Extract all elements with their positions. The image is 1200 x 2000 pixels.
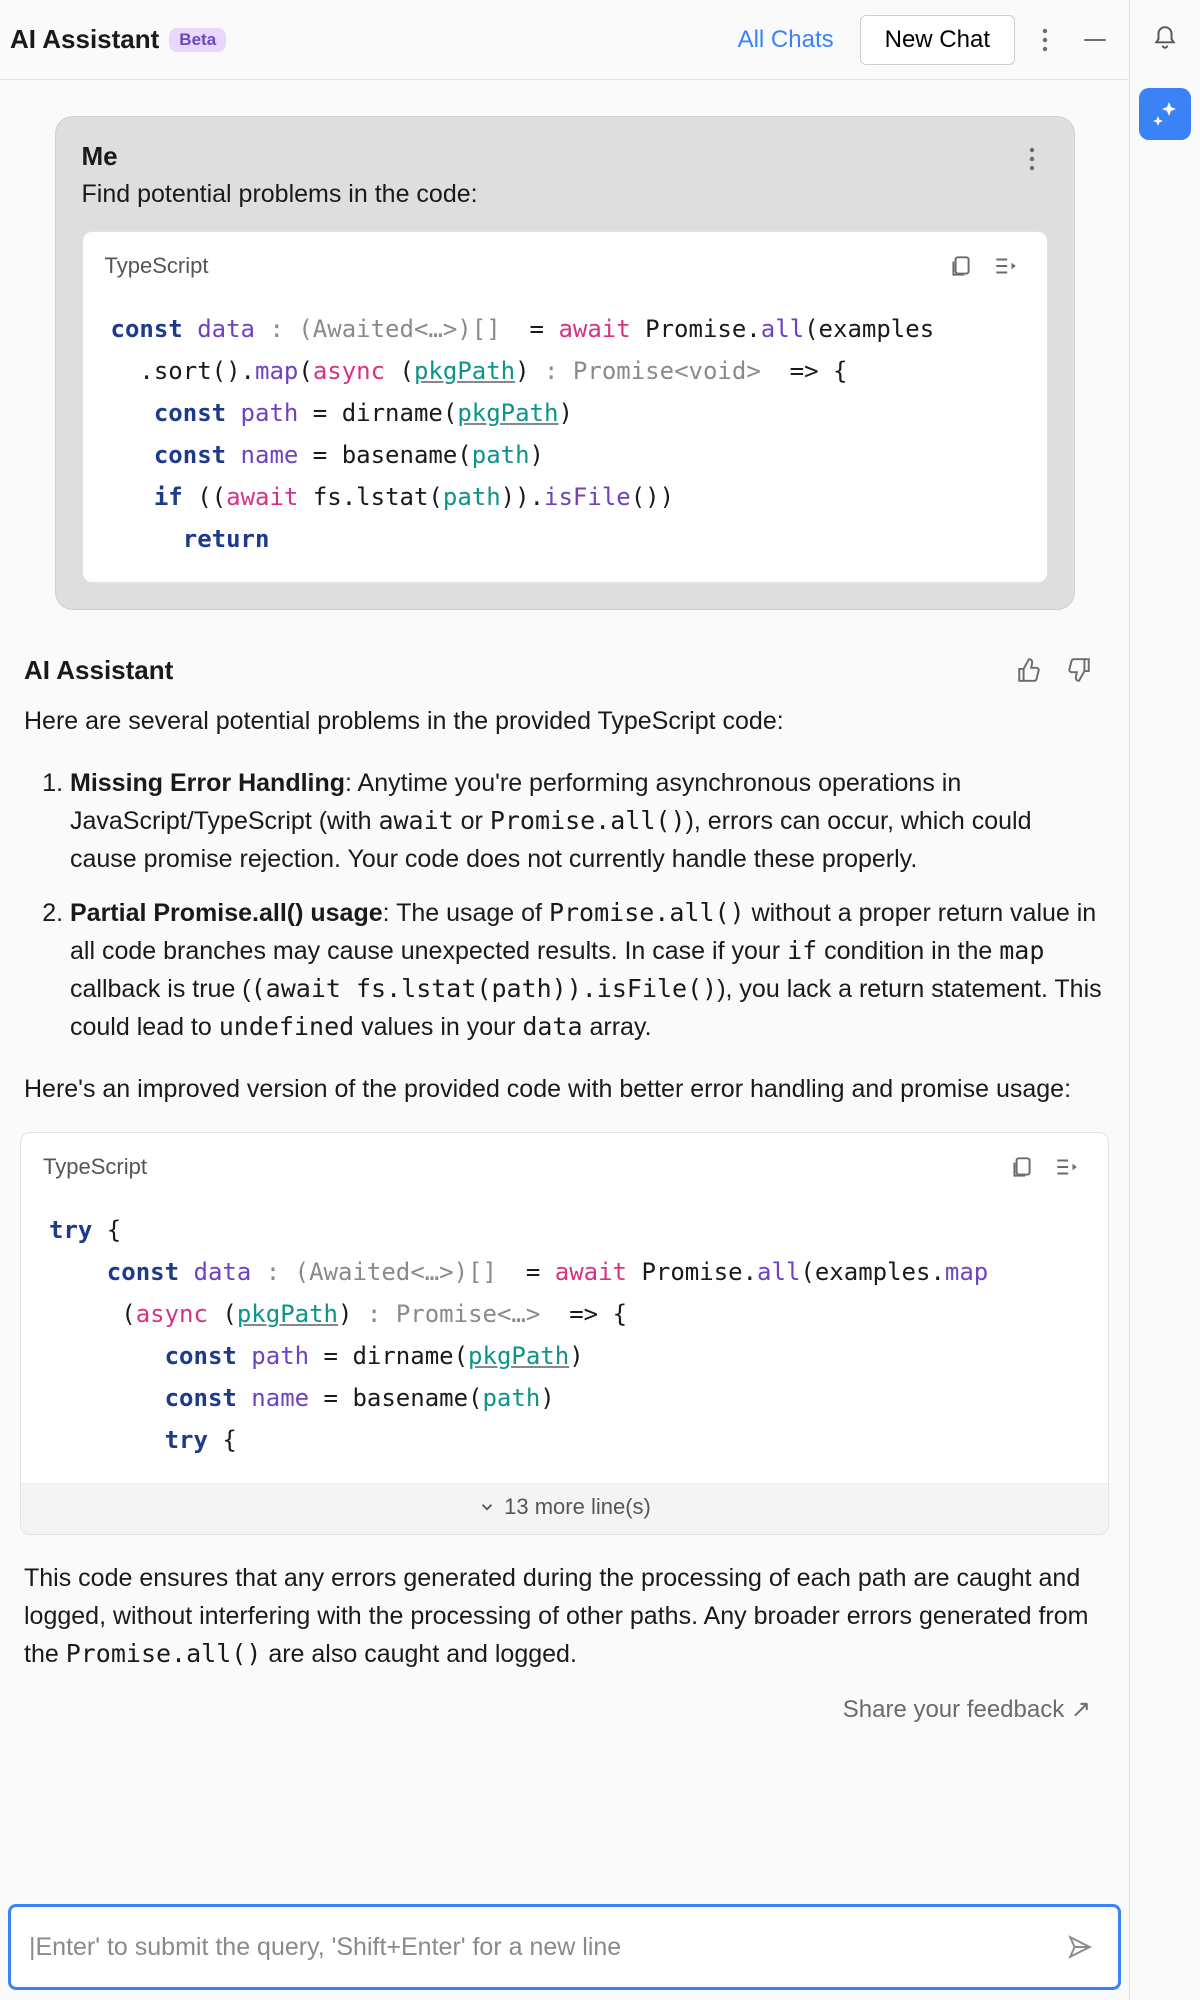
beta-badge: Beta xyxy=(169,28,226,52)
topbar: AI Assistant Beta All Chats New Chat xyxy=(0,0,1129,80)
user-code-block: TypeScript const data : (Awaited<…>)[] =… xyxy=(82,231,1048,583)
prompt-input-row xyxy=(8,1904,1121,1990)
send-icon[interactable] xyxy=(1060,1927,1100,1967)
list-item: Partial Promise.all() usage: The usage o… xyxy=(70,894,1105,1046)
insert-code-icon[interactable] xyxy=(1046,1147,1086,1187)
more-options-icon[interactable] xyxy=(1025,20,1065,60)
thumbs-down-icon[interactable] xyxy=(1059,650,1099,690)
new-chat-button[interactable]: New Chat xyxy=(860,15,1015,65)
sender-label: Me xyxy=(82,141,1048,172)
assistant-message: AI Assistant Here are several potential … xyxy=(20,610,1109,1738)
user-message: Me Find potential problems in the code: … xyxy=(55,116,1075,610)
copy-code-icon[interactable] xyxy=(941,246,981,286)
assistant-improved-intro: Here's an improved version of the provid… xyxy=(24,1070,1105,1108)
prompt-input[interactable] xyxy=(29,1933,1060,1962)
insert-code-icon[interactable] xyxy=(985,246,1025,286)
minimize-icon[interactable] xyxy=(1075,20,1115,60)
list-item: Missing Error Handling: Anytime you're p… xyxy=(70,764,1105,878)
code-language-label: TypeScript xyxy=(105,253,209,279)
chat-area: Me Find potential problems in the code: … xyxy=(0,80,1129,1894)
right-rail xyxy=(1130,0,1200,2000)
assistant-intro: Here are several potential problems in t… xyxy=(24,702,1105,740)
message-more-icon[interactable] xyxy=(1012,139,1052,179)
user-code-content: const data : (Awaited<…>)[] = await Prom… xyxy=(83,300,1047,582)
closing-text: This code ensures that any errors genera… xyxy=(24,1564,1089,1668)
thumbs-up-icon[interactable] xyxy=(1009,650,1049,690)
ai-sparkle-button[interactable] xyxy=(1139,88,1191,140)
user-text: Find potential problems in the code: xyxy=(82,180,1048,209)
share-feedback-link[interactable]: Share your feedback ↗ xyxy=(20,1673,1109,1738)
all-chats-link[interactable]: All Chats xyxy=(738,26,834,54)
assistant-code-block: TypeScript try { const data : (Awaited<…… xyxy=(20,1132,1109,1535)
app-title: AI Assistant xyxy=(10,24,159,55)
expand-code-button[interactable]: 13 more line(s) xyxy=(21,1483,1108,1534)
chevron-down-icon xyxy=(478,1496,496,1522)
assistant-code-content: try { const data : (Awaited<…>)[] = awai… xyxy=(21,1201,1108,1483)
bell-icon[interactable] xyxy=(1145,18,1185,58)
copy-code-icon[interactable] xyxy=(1002,1147,1042,1187)
assistant-label: AI Assistant xyxy=(24,655,173,686)
code-language-label: TypeScript xyxy=(43,1154,147,1180)
